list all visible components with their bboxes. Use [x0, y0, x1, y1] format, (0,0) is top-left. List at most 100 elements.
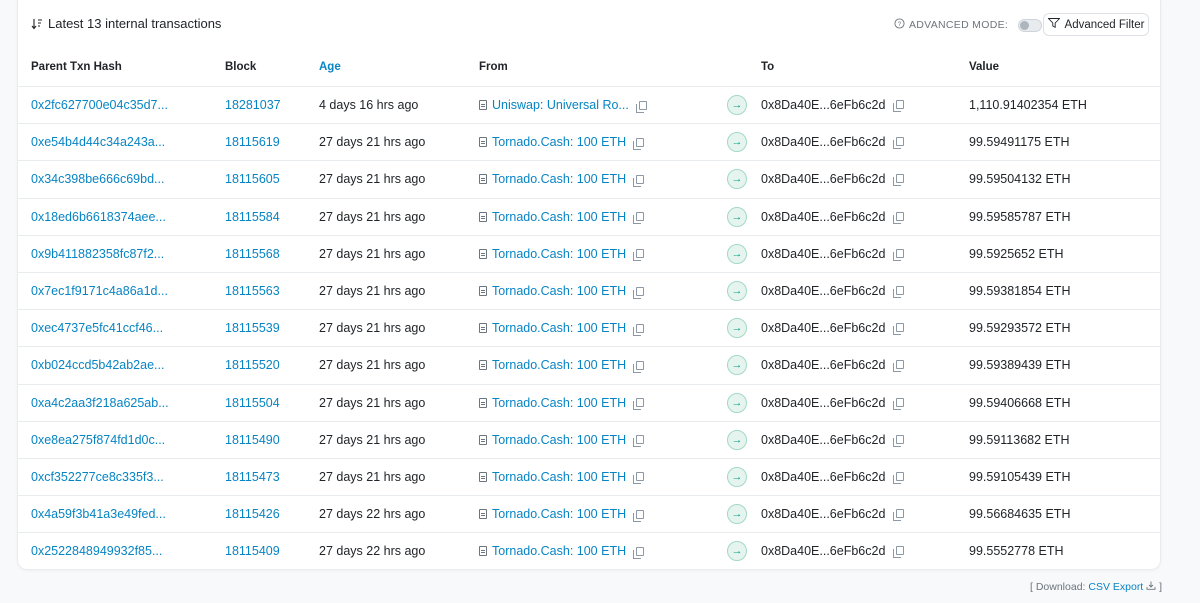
- from-link[interactable]: Tornado.Cash: 100 ETH: [492, 135, 626, 149]
- cell-direction: →: [727, 458, 761, 497]
- from-link[interactable]: Tornado.Cash: 100 ETH: [492, 507, 626, 521]
- parent-txn-hash-link[interactable]: 0xec4737e5fc41ccf46...: [31, 321, 163, 335]
- from-link[interactable]: Tornado.Cash: 100 ETH: [492, 358, 626, 372]
- cell-value: 99.59504132 ETH: [969, 160, 1160, 199]
- card-header: Latest 13 internal transactions ? ADVANC…: [18, 0, 1160, 48]
- cell-value: 99.59406668 ETH: [969, 384, 1160, 422]
- block-link[interactable]: 18115409: [225, 544, 280, 558]
- copy-icon[interactable]: [892, 323, 904, 336]
- parent-txn-hash-link[interactable]: 0xa4c2aa3f218a625ab...: [31, 396, 169, 410]
- cell-age: 27 days 21 hrs ago: [319, 198, 479, 236]
- parent-txn-hash-link[interactable]: 0x2522848949932f85...: [31, 544, 162, 558]
- cell-block: 18115520: [225, 346, 319, 385]
- copy-icon[interactable]: [633, 360, 645, 373]
- parent-txn-hash-link[interactable]: 0xcf352277ce8c335f3...: [31, 470, 164, 484]
- from-address: Tornado.Cash: 100 ETH: [479, 358, 727, 373]
- block-link[interactable]: 18115520: [225, 358, 280, 372]
- cell-to: 0x8Da40E...6eFb6c2d: [761, 346, 969, 385]
- cell-value: 99.59113682 ETH: [969, 421, 1160, 459]
- from-link[interactable]: Tornado.Cash: 100 ETH: [492, 433, 626, 447]
- block-link[interactable]: 18281037: [225, 98, 281, 112]
- arrow-right-icon: →: [727, 243, 747, 264]
- table-row: 0x7ec1f9171c4a86a1d... 18115563 27 days …: [18, 272, 1160, 311]
- from-link[interactable]: Tornado.Cash: 100 ETH: [492, 247, 626, 261]
- block-link[interactable]: 18115619: [225, 135, 280, 149]
- copy-icon[interactable]: [892, 471, 904, 484]
- csv-export-link[interactable]: CSV Export: [1088, 581, 1143, 593]
- parent-txn-hash-link[interactable]: 0x2fc627700e04c35d7...: [31, 98, 168, 112]
- cell-from: Tornado.Cash: 100 ETH: [479, 198, 727, 236]
- copy-icon[interactable]: [892, 174, 904, 187]
- copy-icon[interactable]: [892, 546, 904, 559]
- advanced-filter-label: Advanced Filter: [1064, 18, 1145, 31]
- copy-icon[interactable]: [633, 212, 645, 225]
- from-link[interactable]: Tornado.Cash: 100 ETH: [492, 544, 626, 558]
- copy-icon[interactable]: [633, 323, 645, 336]
- block-link[interactable]: 18115563: [225, 284, 280, 298]
- block-link[interactable]: 18115504: [225, 396, 280, 410]
- to-address: 0x8Da40E...6eFb6c2d: [761, 172, 886, 187]
- parent-txn-hash-link[interactable]: 0x4a59f3b41a3e49fed...: [31, 507, 166, 521]
- copy-icon[interactable]: [892, 248, 904, 261]
- block-link[interactable]: 18115539: [225, 321, 280, 335]
- copy-icon[interactable]: [633, 286, 645, 299]
- copy-icon[interactable]: [633, 435, 645, 448]
- copy-icon[interactable]: [892, 100, 904, 113]
- block-link[interactable]: 18115568: [225, 247, 280, 261]
- block-link[interactable]: 18115426: [225, 507, 280, 521]
- copy-icon[interactable]: [892, 509, 904, 522]
- file-icon: [479, 174, 487, 185]
- copy-icon[interactable]: [892, 137, 904, 150]
- block-link[interactable]: 18115490: [225, 433, 280, 447]
- from-address: Tornado.Cash: 100 ETH: [479, 396, 727, 411]
- table-row: 0x4a59f3b41a3e49fed... 18115426 27 days …: [18, 495, 1160, 534]
- cell-block: 18115605: [225, 160, 319, 199]
- copy-icon[interactable]: [892, 434, 904, 447]
- cell-value: 99.59293572 ETH: [969, 309, 1160, 348]
- copy-icon[interactable]: [892, 286, 904, 299]
- from-link[interactable]: Tornado.Cash: 100 ETH: [492, 396, 626, 410]
- copy-icon[interactable]: [633, 249, 645, 262]
- cell-age: 27 days 22 hrs ago: [319, 495, 479, 534]
- copy-icon[interactable]: [892, 397, 904, 410]
- from-link[interactable]: Uniswap: Universal Ro...: [492, 98, 629, 112]
- copy-icon[interactable]: [892, 360, 904, 373]
- from-link[interactable]: Tornado.Cash: 100 ETH: [492, 172, 626, 186]
- copy-icon[interactable]: [633, 472, 645, 485]
- advanced-mode-toggle[interactable]: [1018, 18, 1043, 32]
- copy-icon[interactable]: [633, 398, 645, 411]
- cell-hash: 0x34c398be666c69bd...: [18, 160, 225, 199]
- cell-age: 27 days 21 hrs ago: [319, 123, 479, 162]
- copy-icon[interactable]: [635, 100, 647, 113]
- from-link[interactable]: Tornado.Cash: 100 ETH: [492, 284, 626, 298]
- parent-txn-hash-link[interactable]: 0x7ec1f9171c4a86a1d...: [31, 284, 168, 298]
- from-address: Tornado.Cash: 100 ETH: [479, 284, 727, 299]
- col-age[interactable]: Age: [319, 48, 479, 87]
- copy-icon[interactable]: [633, 509, 645, 522]
- from-link[interactable]: Tornado.Cash: 100 ETH: [492, 470, 626, 484]
- cell-age: 27 days 21 hrs ago: [319, 272, 479, 311]
- advanced-filter-button[interactable]: Advanced Filter: [1043, 13, 1149, 36]
- copy-icon[interactable]: [892, 211, 904, 224]
- cell-block: 18115539: [225, 309, 319, 348]
- cell-value: 99.5925652 ETH: [969, 235, 1160, 273]
- copy-icon[interactable]: [633, 137, 645, 150]
- from-address: Tornado.Cash: 100 ETH: [479, 135, 727, 150]
- block-link[interactable]: 18115584: [225, 210, 280, 224]
- cell-value: 99.59389439 ETH: [969, 346, 1160, 385]
- cell-block: 18115563: [225, 272, 319, 311]
- block-link[interactable]: 18115605: [225, 172, 280, 186]
- copy-icon[interactable]: [633, 174, 645, 187]
- from-address: Tornado.Cash: 100 ETH: [479, 247, 727, 262]
- parent-txn-hash-link[interactable]: 0x34c398be666c69bd...: [31, 172, 164, 186]
- cell-hash: 0x9b411882358fc87f2...: [18, 235, 225, 273]
- from-link[interactable]: Tornado.Cash: 100 ETH: [492, 321, 626, 335]
- parent-txn-hash-link[interactable]: 0x9b411882358fc87f2...: [31, 247, 164, 261]
- parent-txn-hash-link[interactable]: 0x18ed6b6618374aee...: [31, 210, 166, 224]
- block-link[interactable]: 18115473: [225, 470, 280, 484]
- from-link[interactable]: Tornado.Cash: 100 ETH: [492, 210, 626, 224]
- parent-txn-hash-link[interactable]: 0xe54b4d44c34a243a...: [31, 135, 165, 149]
- parent-txn-hash-link[interactable]: 0xe8ea275f874fd1d0c...: [31, 433, 165, 447]
- parent-txn-hash-link[interactable]: 0xb024ccd5b42ab2ae...: [31, 358, 164, 372]
- copy-icon[interactable]: [633, 546, 645, 559]
